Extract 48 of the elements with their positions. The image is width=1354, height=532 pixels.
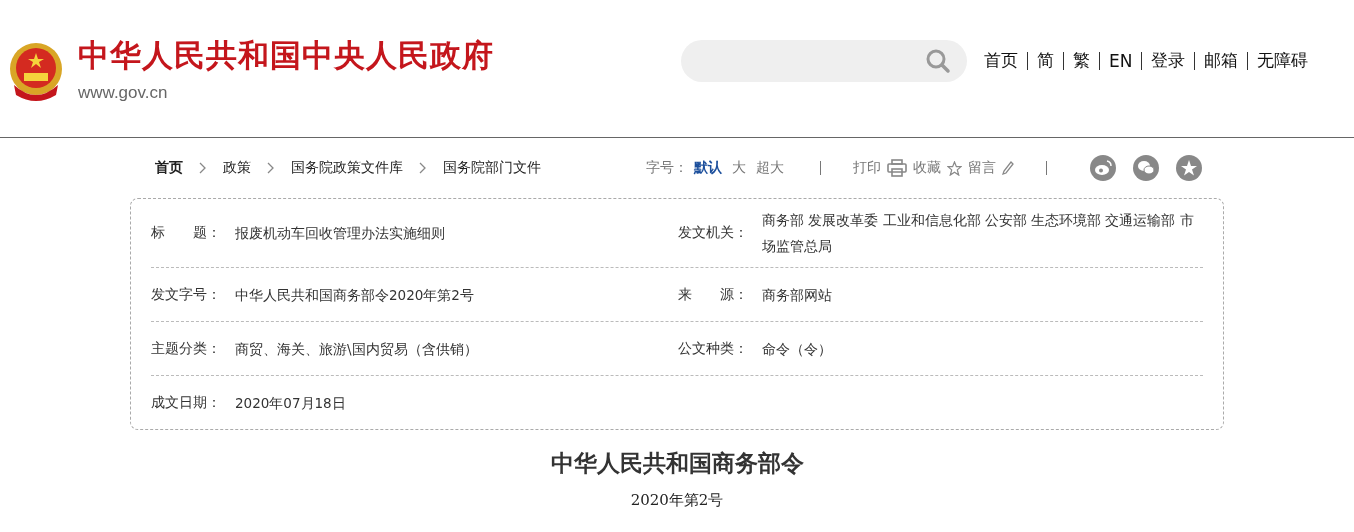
field-value: 商务部 发展改革委 工业和信息化部 公安部 生态环境部 交通运输部 市场监管总局 [762,211,1195,256]
weibo-share-icon[interactable] [1090,155,1116,181]
field-label: 标 题： [151,224,222,242]
emblem-icon [8,40,64,103]
site-title: 中华人民共和国中央人民政府 [78,35,494,75]
search-field[interactable] [681,39,967,82]
favorite-link[interactable]: 收藏 [913,159,941,177]
nav-link[interactable]: 邮箱 [1204,49,1239,72]
nav-link[interactable]: 无障碍 [1257,49,1309,72]
field-value: 商务部网站 [762,285,832,305]
printer-icon[interactable] [887,159,907,177]
field-label: 主题分类： [151,339,222,358]
field-value: 商贸、海关、旅游\国内贸易（含供销） [235,339,478,359]
document-number: 2020年第2号 [629,491,725,510]
search-icon[interactable] [925,47,951,74]
font-size-label: 字号： [646,159,688,177]
breadcrumb-link[interactable]: 政策 [223,159,251,177]
document-title: 中华人民共和国商务部令 [549,448,805,478]
nav-link[interactable]: 繁 [1073,49,1090,72]
chevron-icon [419,162,427,174]
field-value: 中华人民共和国商务部令2020年第2号 [235,285,474,305]
nav-link[interactable]: EN [1109,50,1133,71]
wechat-share-icon[interactable] [1133,155,1159,181]
star-share-icon[interactable] [1176,155,1202,181]
nav-link[interactable]: 简 [1037,49,1054,72]
font-size-option[interactable]: 大 [732,159,746,177]
breadcrumb-link[interactable]: 国务院部门文件 [443,159,541,177]
chevron-icon [199,162,207,174]
field-label: 发文机关： [678,224,749,242]
font-size-option[interactable]: 超大 [756,159,784,177]
field-value: 命令（令） [762,339,832,359]
field-label: 公文种类： [678,339,749,358]
nav-link[interactable]: 登录 [1151,49,1186,72]
breadcrumb-link[interactable]: 首页 [155,159,183,177]
field-value: 报废机动车回收管理办法实施细则 [235,224,445,243]
font-size-option[interactable]: 默认 [694,159,722,177]
star-icon[interactable] [947,160,962,176]
field-value: 2020年07月18日 [235,393,346,413]
pencil-icon[interactable] [1002,161,1014,175]
chevron-icon [267,162,275,174]
field-label: 来 源： [678,285,749,304]
site-url: www.gov.cn [78,82,169,103]
field-label: 发文字号： [151,285,222,304]
nav-link[interactable]: 首页 [984,49,1018,72]
breadcrumb-link[interactable]: 国务院政策文件库 [291,159,403,177]
print-link[interactable]: 打印 [853,159,881,177]
comment-link[interactable]: 留言 [968,159,996,177]
field-label: 成文日期： [151,393,222,412]
